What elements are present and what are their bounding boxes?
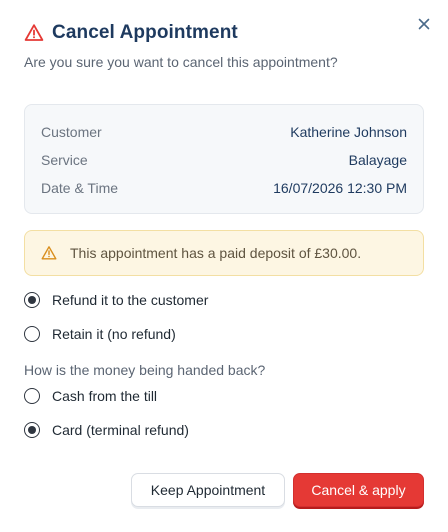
warning-triangle-icon <box>24 23 44 43</box>
radio-label: Retain it (no refund) <box>52 326 176 342</box>
method-option-card[interactable]: Card (terminal refund) <box>24 422 189 438</box>
summary-row-customer: Customer Katherine Johnson <box>41 122 407 142</box>
radio-label: Card (terminal refund) <box>52 422 189 438</box>
radio-button[interactable] <box>24 388 40 404</box>
dialog-header: Cancel Appointment <box>24 22 238 44</box>
summary-value: 16/07/2026 12:30 PM <box>273 180 407 196</box>
refund-option-retain[interactable]: Retain it (no refund) <box>24 326 176 342</box>
confirm-cancel-button[interactable]: Cancel & apply <box>293 473 424 507</box>
summary-label: Service <box>41 152 88 168</box>
deposit-alert-text: This appointment has a paid deposit of £… <box>70 245 362 261</box>
dialog-subtitle: Are you sure you want to cancel this app… <box>24 54 338 70</box>
radio-button[interactable] <box>24 326 40 342</box>
radio-label: Cash from the till <box>52 388 158 404</box>
dialog-title: Cancel Appointment <box>52 22 238 43</box>
refund-option-refund[interactable]: Refund it to the customer <box>24 292 208 308</box>
warning-triangle-icon <box>41 245 57 261</box>
refund-method-question: How is the money being handed back? <box>24 362 266 378</box>
radio-button[interactable] <box>24 422 40 438</box>
cancel-appointment-dialog: Cancel Appointment Are you sure you want… <box>0 0 448 532</box>
deposit-alert: This appointment has a paid deposit of £… <box>24 230 424 276</box>
radio-label: Refund it to the customer <box>52 292 209 308</box>
summary-label: Date & Time <box>41 180 119 196</box>
summary-row-service: Service Balayage <box>41 150 407 170</box>
close-icon <box>418 18 430 30</box>
method-option-cash[interactable]: Cash from the till <box>24 388 157 404</box>
summary-label: Customer <box>41 124 102 140</box>
summary-value: Katherine Johnson <box>290 124 407 140</box>
summary-row-datetime: Date & Time 16/07/2026 12:30 PM <box>41 178 407 198</box>
keep-appointment-button[interactable]: Keep Appointment <box>131 473 285 507</box>
summary-value: Balayage <box>348 152 407 168</box>
radio-button[interactable] <box>24 292 40 308</box>
appointment-summary: Customer Katherine Johnson Service Balay… <box>24 104 424 214</box>
close-button[interactable] <box>414 14 434 34</box>
